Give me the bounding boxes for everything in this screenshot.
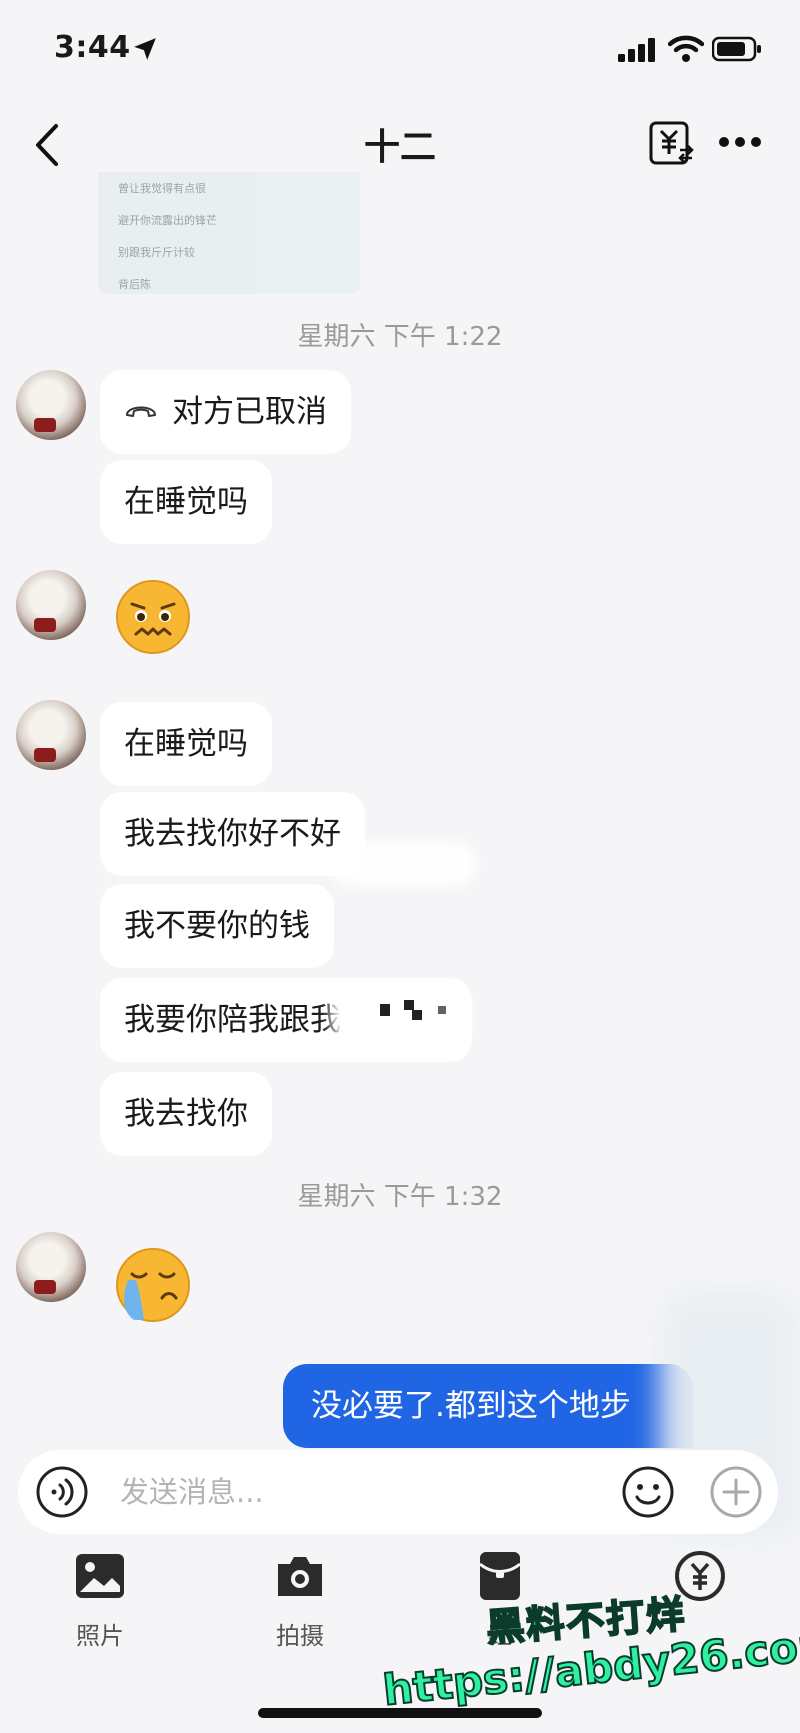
photo-button[interactable]: 照片: [40, 1550, 160, 1651]
censor-pixel: [380, 1004, 390, 1016]
photo-icon: [76, 1554, 124, 1598]
camera-icon: [278, 1557, 322, 1596]
signal-icon: [618, 38, 655, 62]
censor-pixel: [404, 1000, 414, 1010]
message-input-bar: 发送消息...: [18, 1450, 778, 1534]
phone-hangup-icon: [126, 406, 156, 417]
message-bubble[interactable]: 在睡觉吗: [100, 460, 272, 544]
blur-overlay: [330, 842, 476, 886]
message-bubble[interactable]: 我不要你的钱: [100, 884, 334, 968]
image-text-line: 别跟我斤斤计较: [118, 246, 195, 259]
more-dots-icon[interactable]: [716, 134, 764, 150]
chat-screen: 3:44 十二 曾让我觉得有点很 避开你流露出的锋芒 别跟我斤斤计较 背后陈 星…: [0, 0, 800, 1733]
camera-label: 拍摄: [276, 1622, 324, 1650]
message-bubble[interactable]: 在睡觉吗: [100, 702, 272, 786]
voice-icon[interactable]: [34, 1464, 90, 1520]
wifi-icon: [668, 35, 704, 62]
status-time: 3:44: [54, 30, 131, 65]
location-arrow-icon: [134, 38, 156, 60]
message-bubble[interactable]: 我去找你: [100, 1072, 272, 1156]
image-text-line: 避开你流露出的锋芒: [118, 214, 217, 227]
avatar[interactable]: [16, 570, 86, 640]
timestamp: 星期六 下午 1:32: [297, 1182, 503, 1212]
image-message-preview[interactable]: 曾让我觉得有点很 避开你流露出的锋芒 别跟我斤斤计较 背后陈: [98, 172, 360, 294]
avatar[interactable]: [16, 1232, 86, 1302]
battery-icon: [712, 36, 761, 62]
call-cancelled-text: 对方已取消: [172, 394, 327, 430]
avatar[interactable]: [16, 370, 86, 440]
crying-face-emoji: [116, 1248, 190, 1322]
photo-label: 照片: [76, 1622, 124, 1650]
plus-icon[interactable]: [708, 1464, 764, 1520]
image-text-line: 背后陈: [118, 278, 151, 291]
transfer-yuan-icon[interactable]: [648, 120, 694, 166]
home-indicator: [258, 1708, 542, 1718]
timestamp: 星期六 下午 1:22: [297, 322, 503, 352]
status-bar: 3:44: [0, 0, 800, 100]
blur-overlay: [330, 985, 470, 1045]
avatar[interactable]: [16, 700, 86, 770]
message-bubble[interactable]: 我去找你好不好: [100, 792, 365, 876]
censor-pixel: [438, 1006, 446, 1014]
outgoing-message-bubble[interactable]: 没必要了.都到这个地步: [283, 1364, 693, 1448]
image-text-line: 曾让我觉得有点很: [118, 182, 206, 195]
camera-button[interactable]: 拍摄: [240, 1550, 360, 1651]
message-input[interactable]: 发送消息...: [120, 1450, 264, 1534]
emoji-smile-icon[interactable]: [620, 1464, 676, 1520]
call-cancelled-bubble[interactable]: 对方已取消: [100, 370, 351, 454]
worried-face-emoji: [116, 580, 190, 654]
censor-pixel: [412, 1010, 422, 1020]
